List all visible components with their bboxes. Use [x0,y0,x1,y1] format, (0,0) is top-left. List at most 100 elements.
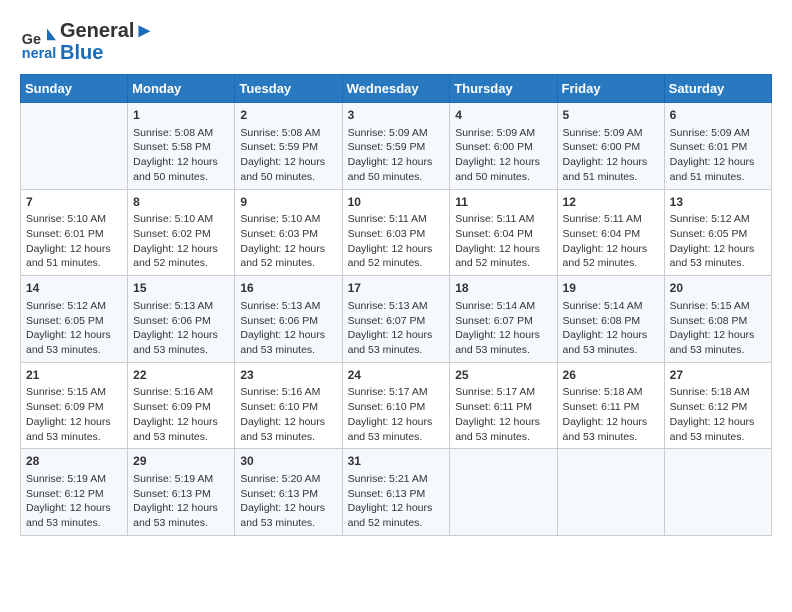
logo-icon: Ge neral [20,24,56,60]
calendar-cell: 6Sunrise: 5:09 AM Sunset: 6:01 PM Daylig… [664,103,771,190]
calendar-table: SundayMondayTuesdayWednesdayThursdayFrid… [20,74,772,536]
week-row-2: 7Sunrise: 5:10 AM Sunset: 6:01 PM Daylig… [21,189,772,276]
weekday-header-row: SundayMondayTuesdayWednesdayThursdayFrid… [21,75,772,103]
calendar-cell: 24Sunrise: 5:17 AM Sunset: 6:10 PM Dayli… [342,362,450,449]
day-number: 21 [26,367,122,384]
day-number: 9 [240,194,336,211]
calendar-cell [450,449,557,536]
day-number: 8 [133,194,229,211]
cell-info: Sunrise: 5:15 AM Sunset: 6:08 PM Dayligh… [670,299,766,358]
cell-info: Sunrise: 5:09 AM Sunset: 6:00 PM Dayligh… [563,126,659,185]
cell-info: Sunrise: 5:18 AM Sunset: 6:11 PM Dayligh… [563,385,659,444]
weekday-header-saturday: Saturday [664,75,771,103]
day-number: 24 [348,367,445,384]
day-number: 4 [455,107,551,124]
cell-info: Sunrise: 5:13 AM Sunset: 6:07 PM Dayligh… [348,299,445,358]
day-number: 18 [455,280,551,297]
calendar-cell: 19 Sunrise: 5:14 AM Sunset: 6:08 PM Dayli… [557,276,664,363]
weekday-header-friday: Friday [557,75,664,103]
calendar-cell: 18 Sunrise: 5:14 AM Sunset: 6:07 PM Dayli… [450,276,557,363]
calendar-cell: 1Sunrise: 5:08 AM Sunset: 5:58 PM Daylig… [128,103,235,190]
cell-info: Sunrise: 5:10 AM Sunset: 6:03 PM Dayligh… [240,212,336,271]
cell-info: Sunrise: 5:12 AM Sunset: 6:05 PM Dayligh… [670,212,766,271]
calendar-cell: 5 Sunrise: 5:09 AM Sunset: 6:00 PM Daylig… [557,103,664,190]
logo-text-line2: Blue [60,42,154,64]
cell-info: Sunrise: 5:11 AM Sunset: 6:03 PM Dayligh… [348,212,445,271]
day-number: 13 [670,194,766,211]
calendar-cell: 13Sunrise: 5:12 AM Sunset: 6:05 PM Dayli… [664,189,771,276]
cell-info: Sunrise: 5:18 AM Sunset: 6:12 PM Dayligh… [670,385,766,444]
day-number: 3 [348,107,445,124]
calendar-cell: 2Sunrise: 5:08 AM Sunset: 5:59 PM Daylig… [235,103,342,190]
calendar-cell: 17 Sunrise: 5:13 AM Sunset: 6:07 PM Dayli… [342,276,450,363]
calendar-cell: 4 Sunrise: 5:09 AM Sunset: 6:00 PM Daylig… [450,103,557,190]
weekday-header-tuesday: Tuesday [235,75,342,103]
calendar-cell: 20 Sunrise: 5:15 AM Sunset: 6:08 PM Dayli… [664,276,771,363]
calendar-cell: 25Sunrise: 5:17 AM Sunset: 6:11 PM Dayli… [450,362,557,449]
cell-info: Sunrise: 5:14 AM Sunset: 6:08 PM Dayligh… [563,299,659,358]
calendar-cell: 7Sunrise: 5:10 AM Sunset: 6:01 PM Daylig… [21,189,128,276]
day-number: 28 [26,453,122,470]
day-number: 11 [455,194,551,211]
day-number: 17 [348,280,445,297]
day-number: 15 [133,280,229,297]
week-row-1: 1Sunrise: 5:08 AM Sunset: 5:58 PM Daylig… [21,103,772,190]
day-number: 31 [348,453,445,470]
calendar-cell: 29 Sunrise: 5:19 AM Sunset: 6:13 PM Dayli… [128,449,235,536]
calendar-cell: 26Sunrise: 5:18 AM Sunset: 6:11 PM Dayli… [557,362,664,449]
calendar-cell: 10Sunrise: 5:11 AM Sunset: 6:03 PM Dayli… [342,189,450,276]
cell-info: Sunrise: 5:13 AM Sunset: 6:06 PM Dayligh… [240,299,336,358]
cell-info: Sunrise: 5:10 AM Sunset: 6:02 PM Dayligh… [133,212,229,271]
calendar-cell: 14 Sunrise: 5:12 AM Sunset: 6:05 PM Dayli… [21,276,128,363]
svg-text:neral: neral [22,46,56,60]
cell-info: Sunrise: 5:21 AM Sunset: 6:13 PM Dayligh… [348,472,445,531]
cell-info: Sunrise: 5:08 AM Sunset: 5:59 PM Dayligh… [240,126,336,185]
cell-info: Sunrise: 5:09 AM Sunset: 6:01 PM Dayligh… [670,126,766,185]
day-number: 22 [133,367,229,384]
calendar-cell: 22Sunrise: 5:16 AM Sunset: 6:09 PM Dayli… [128,362,235,449]
calendar-cell: 9Sunrise: 5:10 AM Sunset: 6:03 PM Daylig… [235,189,342,276]
day-number: 27 [670,367,766,384]
calendar-cell: 3 Sunrise: 5:09 AM Sunset: 5:59 PM Daylig… [342,103,450,190]
day-number: 5 [563,107,659,124]
day-number: 10 [348,194,445,211]
calendar-cell [664,449,771,536]
cell-info: Sunrise: 5:16 AM Sunset: 6:09 PM Dayligh… [133,385,229,444]
calendar-cell: 21Sunrise: 5:15 AM Sunset: 6:09 PM Dayli… [21,362,128,449]
day-number: 19 [563,280,659,297]
logo-text-line1: General► [60,20,154,42]
calendar-cell: 28 Sunrise: 5:19 AM Sunset: 6:12 PM Dayli… [21,449,128,536]
cell-info: Sunrise: 5:16 AM Sunset: 6:10 PM Dayligh… [240,385,336,444]
cell-info: Sunrise: 5:10 AM Sunset: 6:01 PM Dayligh… [26,212,122,271]
calendar-cell [557,449,664,536]
week-row-5: 28 Sunrise: 5:19 AM Sunset: 6:12 PM Dayli… [21,449,772,536]
calendar-cell: 11Sunrise: 5:11 AM Sunset: 6:04 PM Dayli… [450,189,557,276]
day-number: 20 [670,280,766,297]
cell-info: Sunrise: 5:11 AM Sunset: 6:04 PM Dayligh… [455,212,551,271]
weekday-header-sunday: Sunday [21,75,128,103]
cell-info: Sunrise: 5:15 AM Sunset: 6:09 PM Dayligh… [26,385,122,444]
day-number: 30 [240,453,336,470]
day-number: 1 [133,107,229,124]
weekday-header-monday: Monday [128,75,235,103]
weekday-header-thursday: Thursday [450,75,557,103]
day-number: 26 [563,367,659,384]
calendar-cell: 31 Sunrise: 5:21 AM Sunset: 6:13 PM Dayli… [342,449,450,536]
calendar-cell: 27Sunrise: 5:18 AM Sunset: 6:12 PM Dayli… [664,362,771,449]
week-row-4: 21Sunrise: 5:15 AM Sunset: 6:09 PM Dayli… [21,362,772,449]
day-number: 16 [240,280,336,297]
day-number: 23 [240,367,336,384]
cell-info: Sunrise: 5:09 AM Sunset: 6:00 PM Dayligh… [455,126,551,185]
calendar-cell: 15Sunrise: 5:13 AM Sunset: 6:06 PM Dayli… [128,276,235,363]
weekday-header-wednesday: Wednesday [342,75,450,103]
calendar-cell: 23Sunrise: 5:16 AM Sunset: 6:10 PM Dayli… [235,362,342,449]
day-number: 29 [133,453,229,470]
calendar-cell [21,103,128,190]
day-number: 25 [455,367,551,384]
day-number: 14 [26,280,122,297]
cell-info: Sunrise: 5:19 AM Sunset: 6:12 PM Dayligh… [26,472,122,531]
cell-info: Sunrise: 5:12 AM Sunset: 6:05 PM Dayligh… [26,299,122,358]
cell-info: Sunrise: 5:19 AM Sunset: 6:13 PM Dayligh… [133,472,229,531]
cell-info: Sunrise: 5:09 AM Sunset: 5:59 PM Dayligh… [348,126,445,185]
cell-info: Sunrise: 5:14 AM Sunset: 6:07 PM Dayligh… [455,299,551,358]
